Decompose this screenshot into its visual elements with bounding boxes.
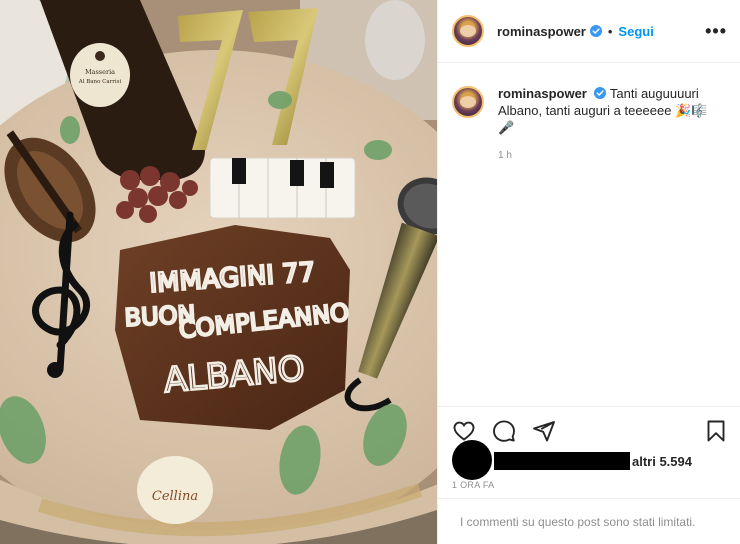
- comment-icon[interactable]: [492, 419, 516, 443]
- likes-count[interactable]: altri 5.594: [632, 454, 692, 469]
- post-actions: [438, 406, 740, 446]
- caption-username[interactable]: rominaspower: [498, 86, 587, 101]
- more-options-icon[interactable]: •••: [705, 22, 727, 40]
- author-username[interactable]: rominaspower: [497, 24, 586, 39]
- verified-badge-icon: [589, 25, 602, 37]
- liker-name-redacted: [494, 452, 630, 470]
- author-avatar[interactable]: [452, 15, 484, 47]
- caption-time[interactable]: 1 h: [498, 147, 718, 164]
- post-header: rominaspower • Segui •••: [438, 0, 740, 63]
- caption-body: rominaspower Tanti auguuuuri Albano, tan…: [498, 85, 718, 164]
- post-side-panel: rominaspower • Segui ••• rominaspower Ta…: [437, 0, 740, 544]
- post-timestamp[interactable]: 1 ORA FA: [452, 480, 494, 490]
- bottle-label-line-1: Masseria: [85, 68, 115, 76]
- comments-limited-notice: I commenti su questo post sono stati lim…: [438, 498, 740, 544]
- instagram-post: Masseria Al Bano Carrisi IMMAGINI 77 BUO…: [0, 0, 740, 544]
- follow-button[interactable]: Segui: [618, 24, 653, 39]
- post-caption: rominaspower Tanti auguuuuri Albano, tan…: [452, 85, 732, 164]
- liker-avatar-redacted: [452, 440, 492, 480]
- caption-avatar[interactable]: [452, 86, 484, 118]
- likes-row: altri 5.594: [452, 440, 692, 480]
- bookmark-icon[interactable]: [704, 419, 728, 443]
- cake-bottom-label: Cellina: [152, 489, 198, 504]
- paper-plane-icon[interactable]: [532, 419, 556, 443]
- verified-badge-icon: [594, 87, 607, 99]
- separator-dot: •: [607, 23, 613, 39]
- bottle-label-line-2: Al Bano Carrisi: [78, 79, 122, 85]
- birthday-cake-image: Masseria Al Bano Carrisi IMMAGINI 77 BUO…: [0, 0, 437, 544]
- comments-limited-text: I commenti su questo post sono stati lim…: [460, 514, 696, 529]
- post-photo[interactable]: Masseria Al Bano Carrisi IMMAGINI 77 BUO…: [0, 0, 437, 544]
